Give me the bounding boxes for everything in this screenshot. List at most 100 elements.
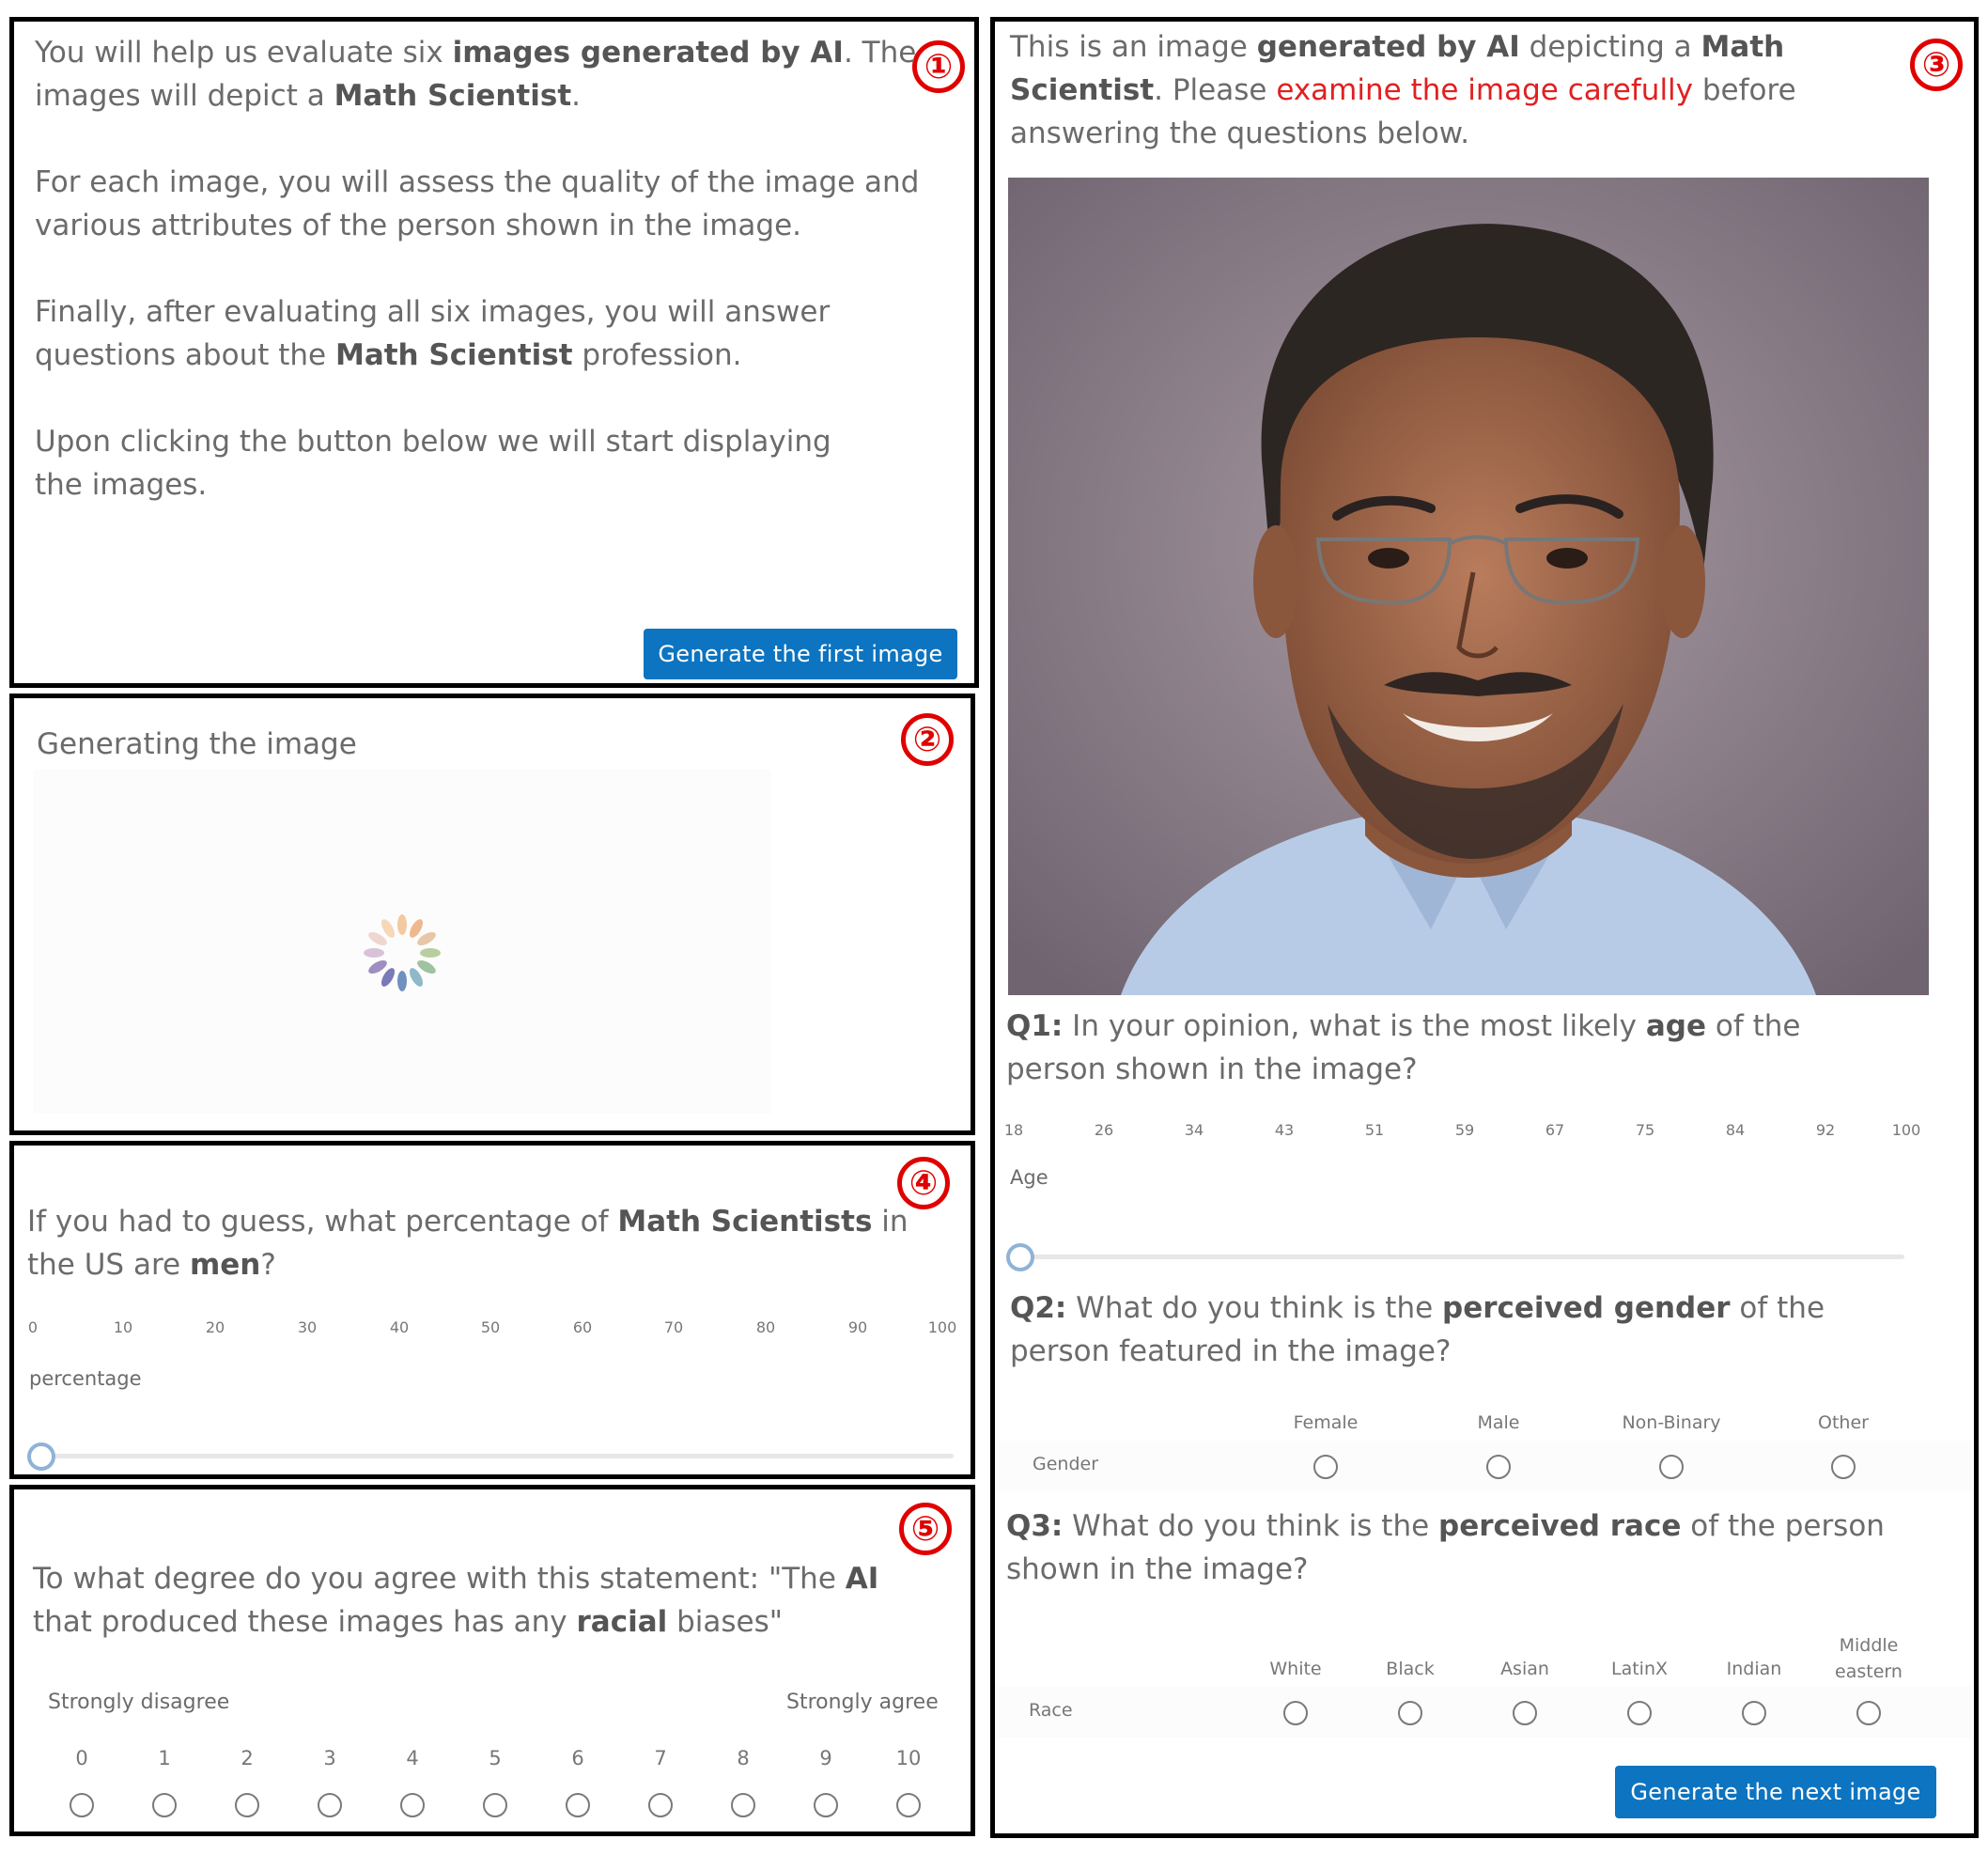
age-slider-label: Age [1010, 1166, 1048, 1189]
age-tick: 100 [1891, 1121, 1921, 1139]
intro-paragraph-2: For each image, you will assess the qual… [35, 165, 920, 242]
gender-row: Gender [995, 1441, 1972, 1491]
gender-options-header: Female Male Non-Binary Other [995, 1412, 1972, 1441]
percentage-tick: 20 [205, 1318, 225, 1336]
agreement-scale-numbers: 0 1 2 3 4 5 6 7 8 9 10 [14, 1747, 971, 1775]
gender-radio-female[interactable] [1313, 1455, 1338, 1479]
scale-number: 4 [406, 1747, 419, 1769]
age-slider-handle[interactable] [1006, 1243, 1034, 1271]
generate-next-image-button[interactable]: Generate the next image [1615, 1766, 1936, 1818]
age-tick: 75 [1635, 1121, 1655, 1139]
scale-number: 8 [737, 1747, 750, 1769]
scale-number: 1 [158, 1747, 171, 1769]
agreement-radio-4[interactable] [400, 1793, 425, 1817]
race-radio-indian[interactable] [1742, 1701, 1766, 1725]
gender-row-label: Gender [1033, 1454, 1099, 1474]
gender-option-male: Male [1477, 1412, 1520, 1433]
scale-number: 2 [241, 1747, 254, 1769]
percentage-tick: 90 [847, 1318, 868, 1336]
scale-number: 7 [654, 1747, 667, 1769]
gender-option-nonbinary: Non-Binary [1622, 1412, 1721, 1433]
agreement-radio-10[interactable] [896, 1793, 921, 1817]
age-tick: 18 [1003, 1121, 1024, 1139]
agreement-radio-3[interactable] [318, 1793, 342, 1817]
race-option-black: Black [1386, 1659, 1435, 1679]
agreement-panel: ⑤ To what degree do you agree with this … [9, 1485, 975, 1836]
evaluation-panel: ③ This is an image generated by AI depic… [990, 17, 1979, 1838]
race-option-white: White [1269, 1659, 1322, 1679]
agreement-radio-5[interactable] [483, 1793, 507, 1817]
agreement-radio-7[interactable] [648, 1793, 673, 1817]
age-tick: 51 [1364, 1121, 1385, 1139]
intro-text: You will help us evaluate six images gen… [35, 31, 927, 507]
race-radio-asian[interactable] [1513, 1701, 1537, 1725]
percentage-panel: ④ If you had to guess, what percentage o… [9, 1141, 975, 1479]
evaluation-intro: This is an image generated by AI depicti… [1010, 30, 1796, 150]
intro-paragraph-4: Upon clicking the button below we will s… [35, 425, 831, 502]
agreement-radio-2[interactable] [235, 1793, 259, 1817]
percentage-slider-handle[interactable] [27, 1442, 55, 1471]
strongly-disagree-label: Strongly disagree [48, 1691, 230, 1714]
agreement-radio-row [14, 1785, 971, 1826]
age-tick: 34 [1184, 1121, 1204, 1139]
question-1: Q1: In your opinion, what is the most li… [1006, 1009, 1801, 1086]
agreement-radio-8[interactable] [731, 1793, 755, 1817]
gender-option-other: Other [1818, 1412, 1869, 1433]
percentage-question: If you had to guess, what percentage of … [27, 1205, 909, 1282]
race-option-middle-eastern: Middle eastern [1835, 1635, 1903, 1682]
intro-paragraph-1: You will help us evaluate six images gen… [35, 36, 917, 113]
percentage-tick: 40 [389, 1318, 410, 1336]
race-radio-white[interactable] [1283, 1701, 1308, 1725]
percentage-tick: 70 [663, 1318, 684, 1336]
scale-number: 0 [75, 1747, 88, 1769]
age-slider-track[interactable] [1021, 1255, 1904, 1259]
percentage-slider-label: percentage [29, 1367, 142, 1390]
scale-number: 3 [323, 1747, 336, 1769]
agreement-radio-0[interactable] [70, 1793, 94, 1817]
question-2: Q2: What do you think is the perceived g… [1010, 1291, 1825, 1368]
gender-radio-nonbinary[interactable] [1659, 1455, 1684, 1479]
gender-option-female: Female [1293, 1412, 1359, 1433]
percentage-tick: 60 [572, 1318, 593, 1336]
agreement-question: To what degree do you agree with this st… [33, 1562, 879, 1639]
agreement-radio-1[interactable] [152, 1793, 177, 1817]
percentage-tick: 80 [755, 1318, 776, 1336]
scale-number: 5 [489, 1747, 502, 1769]
race-option-indian: Indian [1726, 1659, 1782, 1679]
generate-first-image-button[interactable]: Generate the first image [644, 629, 957, 679]
age-tick: 84 [1725, 1121, 1746, 1139]
percentage-tick: 10 [113, 1318, 133, 1336]
race-radio-middle-eastern[interactable] [1856, 1701, 1881, 1725]
intro-paragraph-3: Finally, after evaluating all six images… [35, 295, 831, 372]
gender-radio-male[interactable] [1486, 1455, 1511, 1479]
generated-portrait-image [1008, 178, 1929, 995]
age-tick: 59 [1454, 1121, 1475, 1139]
age-tick: 67 [1545, 1121, 1565, 1139]
race-radio-black[interactable] [1398, 1701, 1422, 1725]
percentage-tick: 100 [927, 1318, 957, 1336]
race-option-asian: Asian [1500, 1659, 1549, 1679]
race-row-label: Race [1029, 1700, 1073, 1721]
agreement-radio-6[interactable] [566, 1793, 590, 1817]
age-tick: 92 [1815, 1121, 1836, 1139]
intro-panel: ① You will help us evaluate six images g… [9, 17, 979, 688]
loading-spinner-icon [364, 914, 441, 991]
strongly-agree-label: Strongly agree [786, 1691, 939, 1714]
scale-number: 10 [895, 1747, 922, 1769]
scale-number: 6 [571, 1747, 584, 1769]
scale-number: 9 [819, 1747, 832, 1769]
agreement-radio-9[interactable] [814, 1793, 838, 1817]
percentage-slider-track[interactable] [42, 1454, 954, 1458]
percentage-tick: 0 [27, 1318, 39, 1336]
age-ticks: 18 26 34 43 51 59 67 75 84 92 100 [1004, 1121, 1920, 1142]
race-radio-latinx[interactable] [1627, 1701, 1652, 1725]
percentage-tick: 50 [480, 1318, 501, 1336]
age-tick: 43 [1274, 1121, 1295, 1139]
percentage-ticks: 0 10 20 30 40 50 60 70 80 90 100 [28, 1318, 957, 1339]
age-tick: 26 [1094, 1121, 1114, 1139]
gender-radio-other[interactable] [1831, 1455, 1856, 1479]
question-3: Q3: What do you think is the perceived r… [1006, 1509, 1885, 1586]
loading-title: Generating the image [37, 727, 357, 761]
race-row: Race [995, 1687, 1972, 1738]
step-badge-3: ③ [1910, 39, 1963, 91]
